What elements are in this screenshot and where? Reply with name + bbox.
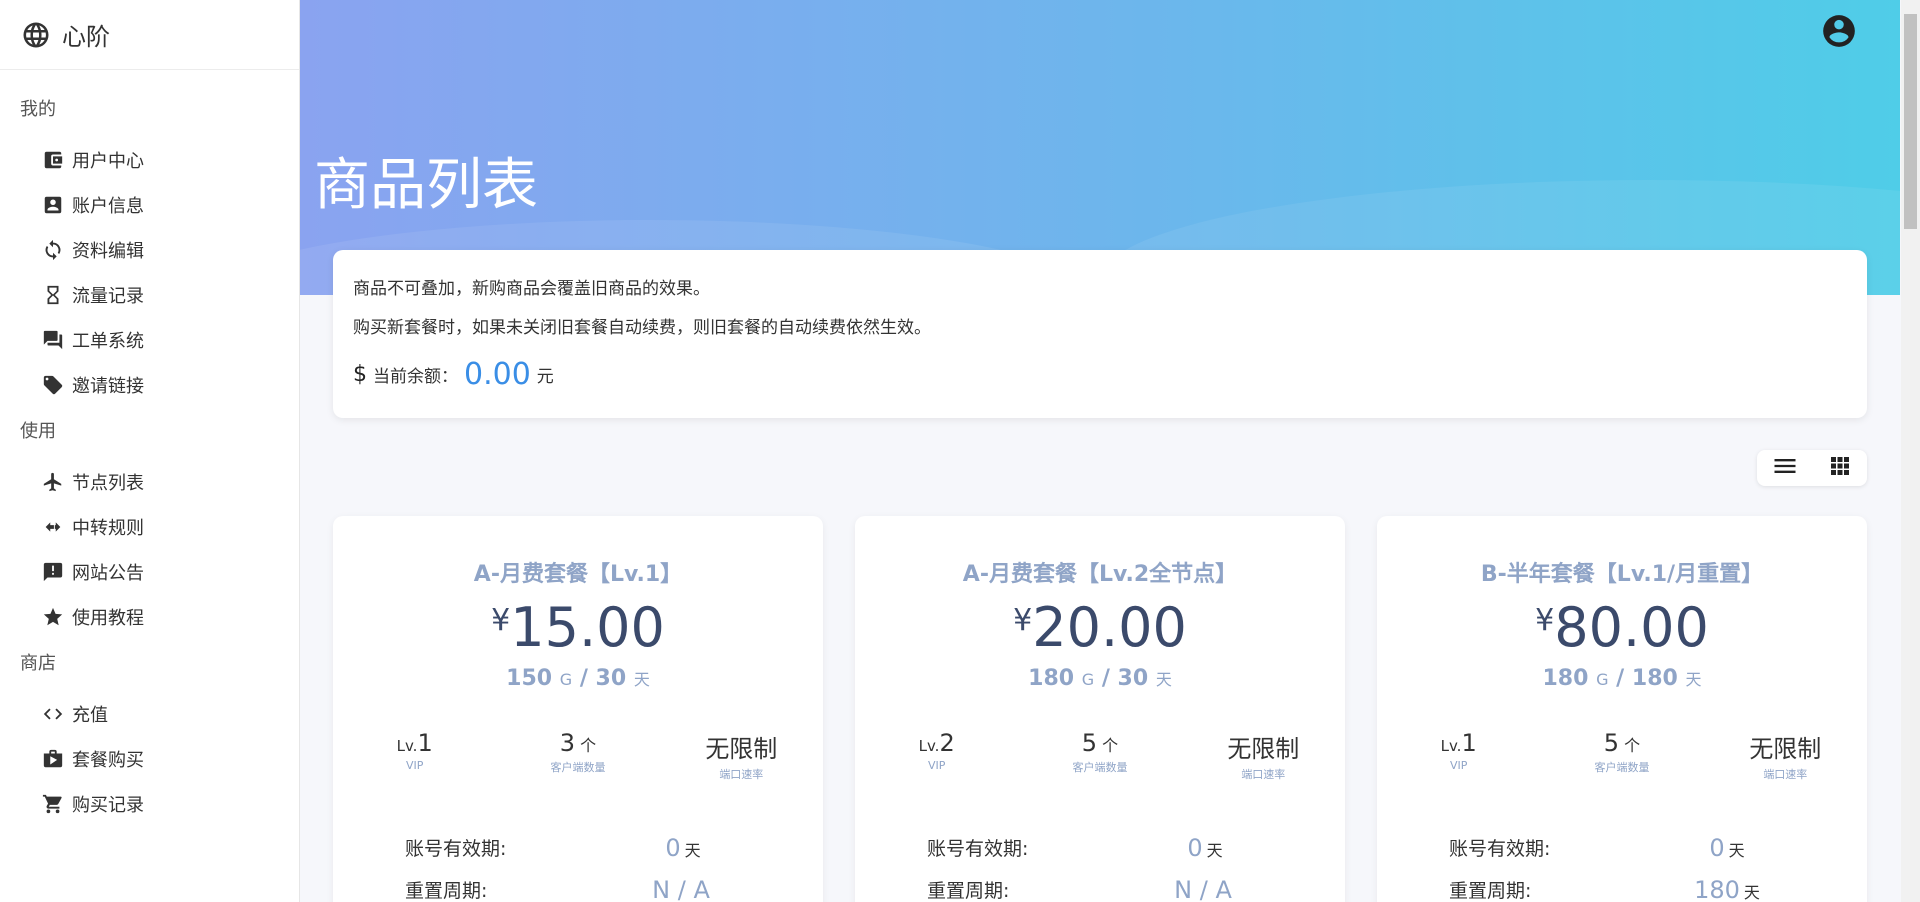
sidebar-item-purchase-history[interactable]: 购买记录 bbox=[0, 781, 299, 826]
cart-icon bbox=[41, 792, 65, 816]
spec-clients: 3 个 客户端数量 bbox=[550, 729, 606, 774]
grid-view-button[interactable] bbox=[1812, 450, 1867, 486]
product-name: A-月费套餐【Lv.1】 bbox=[473, 562, 683, 587]
section-title-use: 使用 bbox=[20, 421, 56, 442]
account-circle-icon[interactable] bbox=[1820, 12, 1858, 50]
validity-row: 账号有效期: 0天 bbox=[1449, 834, 1745, 862]
view-toggle bbox=[1757, 450, 1867, 486]
validity-row: 账号有效期: 0天 bbox=[405, 834, 701, 862]
spec-level: Lv.1 VIP bbox=[396, 729, 433, 772]
product-name: A-月费套餐【Lv.2全节点】 bbox=[962, 562, 1238, 587]
sidebar-item-profile-edit[interactable]: 资料编辑 bbox=[0, 227, 299, 272]
sidebar-item-recharge[interactable]: 充值 bbox=[0, 691, 299, 736]
product-specs: Lv.1 VIP 3 个 客户端数量 无限制 端口速率 bbox=[333, 729, 823, 782]
tag-icon bbox=[41, 373, 65, 397]
product-quota: 180 G / 180 天 bbox=[1542, 666, 1702, 691]
airplane-icon bbox=[41, 470, 65, 494]
sidebar-item-relay-rules[interactable]: 中转规则 bbox=[0, 504, 299, 549]
sidebar-item-plan-purchase[interactable]: 套餐购买 bbox=[0, 736, 299, 781]
brand-name: 心阶 bbox=[62, 23, 110, 51]
star-icon bbox=[41, 605, 65, 629]
spec-clients: 5 个 客户端数量 bbox=[1072, 729, 1128, 774]
merge-icon bbox=[41, 515, 65, 539]
sidebar: 心阶 我的 用户中心 账户信息 资料编辑 流量记录 工单系统 邀请链接 使用 节… bbox=[0, 0, 300, 902]
sidebar-item-account-info[interactable]: 账户信息 bbox=[0, 182, 299, 227]
sidebar-item-label: 网站公告 bbox=[72, 562, 144, 584]
spec-clients: 5 个 客户端数量 bbox=[1594, 729, 1650, 774]
sidebar-item-label: 用户中心 bbox=[72, 150, 144, 172]
spec-speed: 无限制 端口速率 bbox=[705, 735, 778, 781]
grid-view-icon bbox=[1828, 454, 1852, 483]
product-card[interactable]: A-月费套餐【Lv.1】 ¥15.00 150 G / 30 天 Lv.1 VI… bbox=[333, 516, 823, 902]
product-price: ¥80.00 bbox=[1535, 596, 1709, 659]
brand[interactable]: 心阶 bbox=[0, 0, 299, 70]
dollar-icon: $ bbox=[353, 362, 367, 387]
product-specs: Lv.1 VIP 5 个 客户端数量 无限制 端口速率 bbox=[1377, 729, 1867, 782]
balance-value: 0.00 bbox=[464, 357, 531, 392]
reset-row: 重置周期: N / A bbox=[405, 876, 710, 902]
reset-row: 重置周期: N / A bbox=[927, 876, 1232, 902]
list-view-button[interactable] bbox=[1757, 450, 1812, 486]
sidebar-item-label: 工单系统 bbox=[72, 330, 144, 352]
code-icon bbox=[41, 702, 65, 726]
sidebar-item-label: 充值 bbox=[72, 704, 108, 726]
balance-row: $ 当前余额： 0.00 元 bbox=[353, 357, 1847, 392]
sidebar-item-label: 邀请链接 bbox=[72, 375, 144, 397]
globe-icon bbox=[20, 19, 52, 51]
product-name: B-半年套餐【Lv.1/月重置】 bbox=[1480, 562, 1764, 587]
announcement-icon bbox=[41, 560, 65, 584]
product-price: ¥15.00 bbox=[491, 596, 665, 659]
list-view-icon bbox=[1771, 452, 1799, 485]
sidebar-item-label: 节点列表 bbox=[72, 472, 144, 494]
shop-icon bbox=[41, 747, 65, 771]
sidebar-item-label: 购买记录 bbox=[72, 794, 144, 816]
balance-unit: 元 bbox=[536, 367, 554, 387]
reset-row: 重置周期: 180 天 bbox=[1449, 876, 1760, 902]
sidebar-item-tickets[interactable]: 工单系统 bbox=[0, 317, 299, 362]
sidebar-item-node-list[interactable]: 节点列表 bbox=[0, 459, 299, 504]
section-title-shop: 商店 bbox=[20, 653, 56, 674]
sidebar-item-label: 账户信息 bbox=[72, 195, 144, 217]
scrollbar-thumb[interactable] bbox=[1904, 14, 1917, 229]
product-quota: 180 G / 30 天 bbox=[1028, 666, 1172, 691]
sidebar-item-label: 资料编辑 bbox=[72, 240, 144, 262]
product-card[interactable]: B-半年套餐【Lv.1/月重置】 ¥80.00 180 G / 180 天 Lv… bbox=[1377, 516, 1867, 902]
validity-row: 账号有效期: 0天 bbox=[927, 834, 1223, 862]
account-box-icon bbox=[41, 193, 65, 217]
scrollbar[interactable] bbox=[1901, 0, 1920, 902]
product-quota: 150 G / 30 天 bbox=[506, 666, 650, 691]
sidebar-item-traffic-log[interactable]: 流量记录 bbox=[0, 272, 299, 317]
balance-label: 当前余额： bbox=[373, 367, 458, 387]
sync-icon bbox=[41, 238, 65, 262]
hourglass-icon bbox=[41, 283, 65, 307]
spec-speed: 无限制 端口速率 bbox=[1749, 735, 1822, 781]
sidebar-item-label: 中转规则 bbox=[72, 517, 144, 539]
sidebar-item-invite-link[interactable]: 邀请链接 bbox=[0, 362, 299, 407]
sidebar-item-tutorial[interactable]: 使用教程 bbox=[0, 594, 299, 639]
product-specs: Lv.2 VIP 5 个 客户端数量 无限制 端口速率 bbox=[855, 729, 1345, 782]
sidebar-item-label: 使用教程 bbox=[72, 607, 144, 629]
sidebar-item-user-center[interactable]: 用户中心 bbox=[0, 137, 299, 182]
page-title: 商品列表 bbox=[314, 153, 538, 218]
section-title-mine: 我的 bbox=[20, 99, 56, 120]
spec-speed: 无限制 端口速率 bbox=[1227, 735, 1300, 781]
product-price: ¥20.00 bbox=[1013, 596, 1187, 659]
sidebar-item-label: 流量记录 bbox=[72, 285, 144, 307]
notice-line-2: 购买新套餐时，如果未关闭旧套餐自动续费，则旧套餐的自动续费依然生效。 bbox=[353, 318, 931, 338]
spec-level: Lv.1 VIP bbox=[1440, 729, 1477, 772]
product-card[interactable]: A-月费套餐【Lv.2全节点】 ¥20.00 180 G / 30 天 Lv.2… bbox=[855, 516, 1345, 902]
sidebar-item-announcements[interactable]: 网站公告 bbox=[0, 549, 299, 594]
notice-card: 商品不可叠加，新购商品会覆盖旧商品的效果。 购买新套餐时，如果未关闭旧套餐自动续… bbox=[333, 250, 1867, 418]
sidebar-item-label: 套餐购买 bbox=[72, 749, 144, 771]
notice-line-1: 商品不可叠加，新购商品会覆盖旧商品的效果。 bbox=[353, 279, 710, 299]
spec-level: Lv.2 VIP bbox=[918, 729, 955, 772]
wallet-icon bbox=[41, 148, 65, 172]
forum-icon bbox=[41, 328, 65, 352]
